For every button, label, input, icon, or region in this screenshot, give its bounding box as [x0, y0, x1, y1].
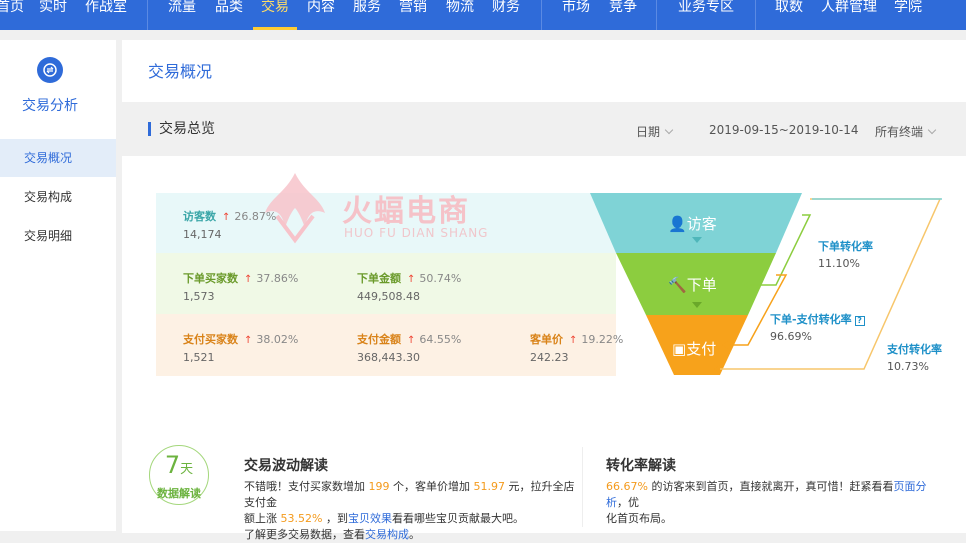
sidebar-item-detail[interactable]: 交易明细: [0, 217, 116, 255]
badge-number: 7: [164, 451, 181, 479]
nav-item-fetch[interactable]: 取数: [775, 0, 803, 30]
nav-item-logistics[interactable]: 物流: [446, 0, 474, 30]
conv-text: 66.67% 的访客来到首页，直接就离开，真可惜！赶紧看看页面分析，优 化首页布…: [606, 480, 927, 525]
nav-separator: [541, 0, 542, 30]
conv-label: 支付转化率: [887, 343, 942, 356]
metric-change: 37.86%: [256, 272, 299, 285]
link-item-effect[interactable]: 宝贝效果: [348, 512, 392, 525]
watermark-text: 火蝠电商: [342, 194, 470, 229]
funnel-pay-text: 支付: [686, 340, 717, 358]
up-arrow-icon: ↑: [569, 335, 578, 346]
hammer-icon: 🔨: [668, 276, 687, 294]
nav-item-traffic[interactable]: 流量: [168, 0, 196, 30]
metric-value: 1,521: [183, 351, 215, 364]
user-icon: 👤: [668, 215, 687, 233]
sidebar-title: 交易分析: [22, 98, 78, 114]
nav-item-crowd[interactable]: 人群管理: [821, 0, 877, 30]
conv-label: 下单-支付转化率: [770, 313, 852, 326]
nav-item-academy[interactable]: 学院: [894, 0, 922, 30]
seven-day-badge: 7天 数据解读: [149, 445, 209, 505]
metric-visitors: 访客数 ↑ 26.87% 14,174: [183, 208, 276, 241]
wave-text: 不错哦！支付买家数增加 199 个，客单价增加 51.97 元，拉升全店支付金 …: [244, 480, 575, 541]
link-trade-composition[interactable]: 交易构成: [365, 528, 409, 541]
wave-title: 交易波动解读: [244, 458, 328, 474]
metric-order-buyers: 下单买家数 ↑ 37.86% 1,573: [183, 270, 298, 303]
metric-label: 客单价: [530, 333, 563, 346]
nav-item-realtime[interactable]: 实时: [39, 0, 67, 30]
nav-separator: [147, 0, 148, 30]
up-arrow-icon: ↑: [407, 335, 416, 346]
metric-label: 支付买家数: [183, 333, 238, 346]
metric-change: 64.55%: [419, 333, 462, 346]
metric-label: 访客数: [183, 210, 216, 223]
metric-change: 50.74%: [419, 272, 462, 285]
section-header: 交易总览 日期 2019-09-15~2019-10-14 所有终端: [122, 102, 966, 156]
date-label: 日期: [636, 125, 661, 139]
conv-value: 10.73%: [887, 360, 929, 373]
sidebar: 交易分析 交易概况 交易构成 交易明细: [0, 40, 116, 531]
divider: [582, 447, 583, 527]
nav-item-marketing[interactable]: 营销: [399, 0, 427, 30]
sidebar-item-overview[interactable]: 交易概况: [0, 139, 116, 177]
trade-analysis-icon: [37, 57, 63, 83]
conv-label: 下单转化率: [818, 240, 873, 253]
nav-separator: [656, 0, 657, 30]
metric-label: 下单金额: [357, 272, 401, 285]
conv-order-pay-rate: 下单-支付转化率? 96.69%: [770, 311, 865, 343]
nav-item-market[interactable]: 市场: [562, 0, 590, 30]
nav-item-trade[interactable]: 交易: [253, 0, 297, 30]
funnel-order-label: 🔨下单: [668, 274, 717, 295]
metric-label: 下单买家数: [183, 272, 238, 285]
sidebar-item-composition[interactable]: 交易构成: [0, 178, 116, 216]
nav-item-category[interactable]: 品类: [215, 0, 243, 30]
up-arrow-icon: ↑: [244, 335, 253, 346]
funnel-visit-label: 👤访客: [668, 213, 717, 234]
nav-item-finance[interactable]: 财务: [492, 0, 520, 30]
date-selector[interactable]: 日期: [636, 123, 674, 140]
metric-value: 1,573: [183, 290, 215, 303]
wallet-icon: ▣: [672, 340, 687, 358]
top-nav: 首页 实时 作战室 流量 品类 交易 内容 服务 营销 物流 财务 市场 竞争 …: [0, 0, 966, 30]
up-arrow-icon: ↑: [222, 212, 231, 223]
metric-change: 38.02%: [256, 333, 299, 346]
badge-unit: 天: [180, 462, 194, 477]
nav-item-warroom[interactable]: 作战室: [85, 0, 127, 30]
conv-title: 转化率解读: [606, 458, 676, 474]
conv-pay-rate: 支付转化率 10.73%: [887, 341, 942, 373]
metric-value: 14,174: [183, 228, 222, 241]
conv-order-rate: 下单转化率 11.10%: [818, 238, 873, 270]
conv-value: 11.10%: [818, 257, 860, 270]
metric-change: 26.87%: [234, 210, 277, 223]
funnel-pay-label: ▣支付: [672, 338, 716, 359]
metric-pay-buyers: 支付买家数 ↑ 38.02% 1,521: [183, 331, 298, 364]
date-range[interactable]: 2019-09-15~2019-10-14: [709, 123, 859, 137]
conv-value: 96.69%: [770, 330, 812, 343]
terminal-label: 所有终端: [875, 125, 924, 139]
nav-item-business[interactable]: 业务专区: [678, 0, 734, 30]
metric-pay-amount: 支付金额 ↑ 64.55% 368,443.30: [357, 331, 461, 364]
section-title: 交易总览: [148, 122, 215, 136]
metric-order-amount: 下单金额 ↑ 50.74% 449,508.48: [357, 270, 461, 303]
nav-item-service[interactable]: 服务: [353, 0, 381, 30]
analysis-panel: 7天 数据解读 交易波动解读 不错哦！支付买家数增加 199 个，客单价增加 5…: [122, 437, 966, 541]
nav-item-content[interactable]: 内容: [307, 0, 335, 30]
nav-separator: [755, 0, 756, 30]
up-arrow-icon: ↑: [244, 274, 253, 285]
nav-item-home[interactable]: 首页: [0, 0, 24, 30]
help-icon[interactable]: ?: [854, 316, 865, 326]
nav-item-competition[interactable]: 竞争: [609, 0, 637, 30]
metric-value: 449,508.48: [357, 290, 420, 303]
funnel-visit-text: 访客: [686, 215, 717, 233]
up-arrow-icon: ↑: [407, 274, 416, 285]
terminal-selector[interactable]: 所有终端: [875, 123, 937, 140]
chevron-down-icon: [927, 125, 937, 135]
chevron-down-icon: [664, 125, 674, 135]
badge-label: 数据解读: [157, 487, 201, 500]
metric-value: 368,443.30: [357, 351, 420, 364]
metric-label: 支付金额: [357, 333, 401, 346]
funnel-order-text: 下单: [686, 276, 717, 294]
watermark-subtext: HUO FU DIAN SHANG: [344, 226, 489, 240]
page-title: 交易概况: [148, 62, 213, 81]
